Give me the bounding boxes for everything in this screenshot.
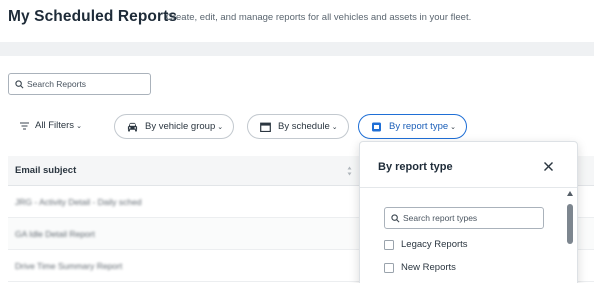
all-filters-label: All Filters <box>35 120 75 131</box>
report-icon <box>372 122 381 131</box>
search-icon <box>15 79 24 88</box>
search-reports-field[interactable] <box>8 73 151 95</box>
search-icon <box>391 213 400 222</box>
all-filters-button[interactable]: All Filters ⌄ <box>20 120 82 131</box>
checkbox[interactable] <box>384 262 394 273</box>
by-schedule-filter[interactable]: By schedule ⌄ <box>247 114 349 139</box>
scroll-up-arrow-icon[interactable] <box>567 191 573 196</box>
dropdown-title: By report type <box>378 161 453 173</box>
chevron-down-icon: ⌄ <box>217 123 224 131</box>
close-icon[interactable] <box>542 160 555 173</box>
email-subject-cell: GA Idle Detail Report <box>15 228 95 239</box>
report-type-search-input[interactable] <box>403 213 543 223</box>
page-title: My Scheduled Reports <box>8 8 178 25</box>
by-schedule-label: By schedule <box>278 121 330 132</box>
option-label: Legacy Reports <box>401 239 468 250</box>
car-icon <box>127 122 138 131</box>
by-report-type-label: By report type <box>389 121 449 132</box>
scrollbar-thumb[interactable] <box>567 204 573 244</box>
filter-icon <box>20 122 29 129</box>
email-subject-column-header[interactable]: Email subject <box>15 165 76 176</box>
option-label: New Reports <box>401 262 456 273</box>
email-subject-cell: Drive Time Summary Report <box>15 260 123 271</box>
filters-row: All Filters ⌄ By vehicle group ⌄ By sche… <box>0 114 594 140</box>
calendar-icon <box>260 122 271 132</box>
by-report-type-filter[interactable]: By report type ⌄ <box>358 114 468 139</box>
checkbox[interactable] <box>384 239 394 250</box>
chevron-down-icon: ⌄ <box>331 123 338 131</box>
chevron-down-icon: ⌄ <box>76 122 82 130</box>
option-legacy-reports[interactable]: Legacy Reports <box>384 239 468 250</box>
email-subject-cell: JRG - Activity Detail - Daily sched <box>15 196 142 207</box>
page-header: My Scheduled Reports Create, edit, and m… <box>0 0 594 42</box>
chevron-down-icon: ⌄ <box>450 123 457 131</box>
sort-icon[interactable] <box>347 166 352 176</box>
report-type-search-field[interactable] <box>384 207 544 229</box>
page-subtitle: Create, edit, and manage reports for all… <box>166 12 472 23</box>
by-vehicle-group-label: By vehicle group <box>145 121 216 132</box>
header-band <box>0 42 594 56</box>
dropdown-divider <box>360 187 577 188</box>
report-type-dropdown: By report type Legacy Reports New Report… <box>359 141 578 283</box>
search-reports-input[interactable] <box>27 79 147 89</box>
by-vehicle-group-filter[interactable]: By vehicle group ⌄ <box>114 114 235 139</box>
option-new-reports[interactable]: New Reports <box>384 262 456 273</box>
